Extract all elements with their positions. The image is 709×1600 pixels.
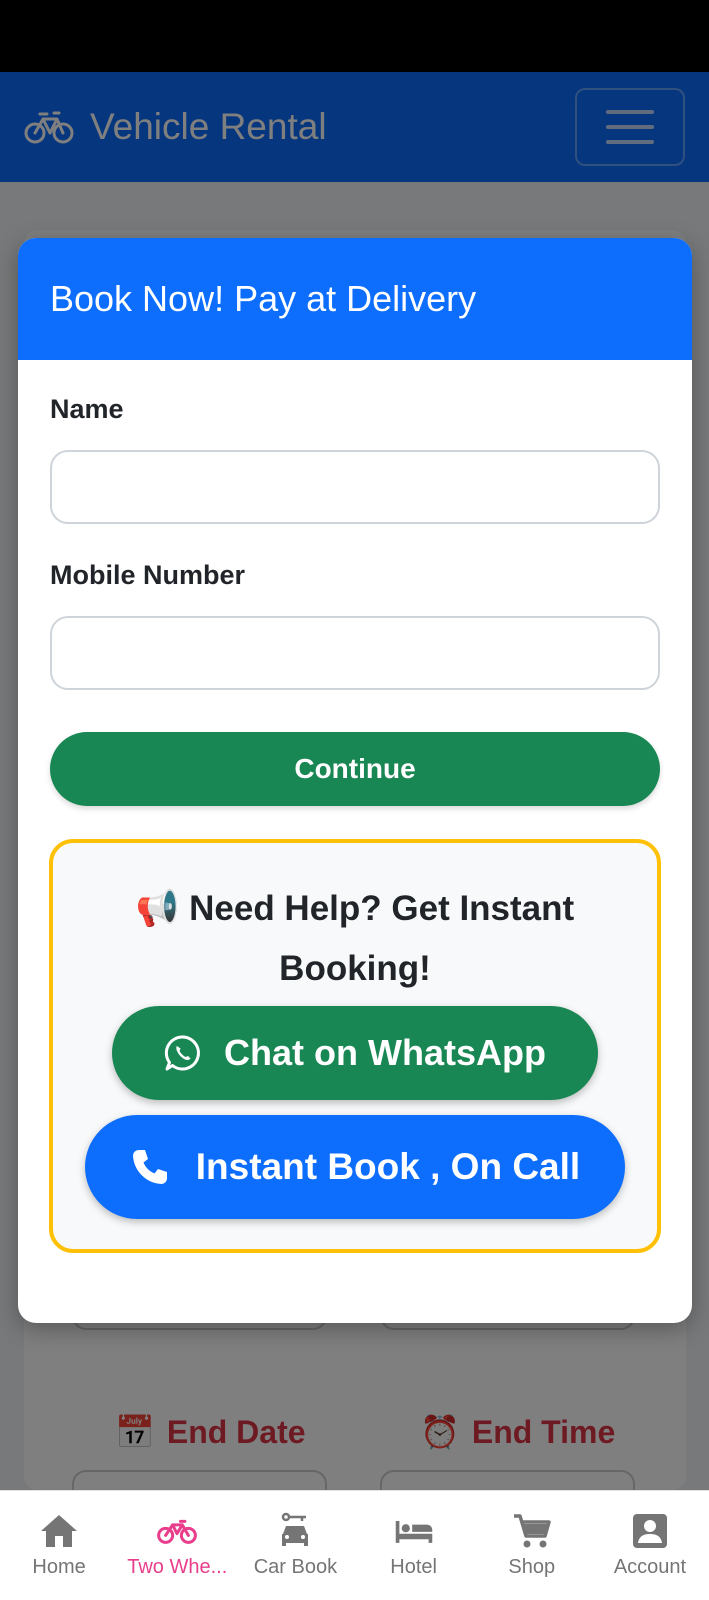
whatsapp-icon [164,1035,200,1071]
home-icon [41,1515,78,1547]
car-icon [282,1512,309,1546]
status-bar [0,0,709,72]
help-box: 📢 Need Help? Get Instant Booking! Chat o… [49,839,661,1253]
modal-header: Book Now! Pay at Delivery [18,238,692,360]
nav-item-hotel[interactable]: Hotel [355,1491,473,1600]
mobile-number-input[interactable] [50,616,660,690]
bottom-navigation: Home Two Whe... Car Book Hotel Shop Acco… [0,1490,709,1600]
name-label: Name [50,394,124,424]
nav-item-account[interactable]: Account [591,1491,709,1600]
nav-item-shop[interactable]: Shop [473,1491,591,1600]
motorcycle-icon [157,1519,198,1544]
whatsapp-button-label: Chat on WhatsApp [224,1032,546,1073]
nav-item-two-wheeler[interactable]: Two Whe... [118,1491,236,1600]
mobile-number-label: Mobile Number [50,560,246,590]
megaphone-icon: 📢 [135,889,180,928]
whatsapp-button[interactable]: Chat on WhatsApp [112,1006,598,1100]
call-button[interactable]: Instant Book , On Call [85,1115,625,1219]
nav-item-home[interactable]: Home [0,1491,118,1600]
name-input[interactable] [50,450,660,524]
call-button-label: Instant Book , On Call [195,1146,581,1187]
phone-icon [132,1150,167,1184]
booking-modal: Book Now! Pay at Delivery Name Mobile Nu… [18,238,692,1323]
cart-icon [513,1514,551,1548]
nav-item-car-book[interactable]: Car Book [236,1491,354,1600]
help-title: 📢 Need Help? Get Instant Booking! [135,889,575,988]
continue-button[interactable]: Continue [50,732,660,806]
modal-title: Book Now! Pay at Delivery [50,278,477,319]
account-icon [632,1514,667,1548]
bed-icon [395,1520,432,1543]
